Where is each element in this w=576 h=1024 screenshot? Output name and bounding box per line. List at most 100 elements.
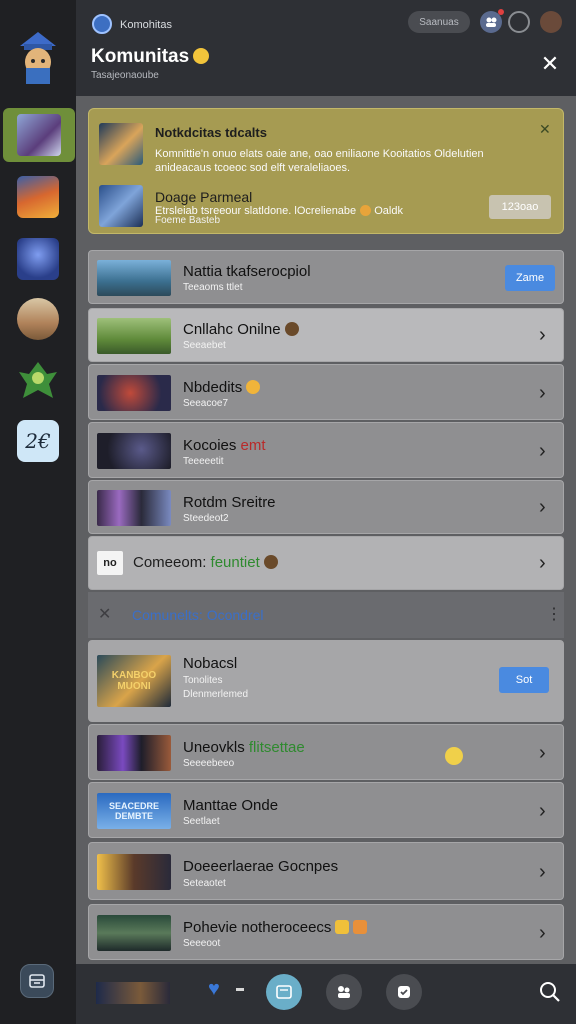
chat-icon[interactable]: [266, 974, 302, 1010]
server-item-6[interactable]: 2€: [17, 420, 59, 462]
page-subtitle: Tasajeonaoube: [91, 70, 159, 81]
emoji-icon: [263, 555, 278, 569]
featured-item-thumb: KANBOO MUONI: [97, 655, 171, 707]
list-item[interactable]: Nattia tkafserocpiol Teeaoms ttlet Zame: [88, 250, 564, 304]
chevron-right-icon: ›: [539, 324, 546, 346]
archive-icon: [29, 974, 45, 988]
status-icon[interactable]: [508, 11, 530, 33]
featured-item-sub: Tonolites: [183, 675, 223, 686]
notification-item-title: Doage Parmeal: [155, 189, 253, 205]
server-item-5[interactable]: [17, 358, 59, 400]
community-icon[interactable]: [326, 974, 362, 1010]
notification-thumb-1: [99, 123, 143, 165]
collapse-icon[interactable]: ✕: [98, 604, 111, 624]
chevron-right-icon: ›: [539, 742, 546, 764]
list-item-sub: Steedeot2: [183, 513, 229, 524]
list-item-thumb: [97, 375, 171, 411]
header: Komohitas Saanuas Komunitas Tasajeonaoub…: [76, 0, 576, 96]
notification-close-icon[interactable]: ✕: [539, 121, 551, 138]
emoji-icon: [353, 920, 368, 934]
list-item-title: Nattia tkafserocpiol: [183, 263, 311, 280]
server-thumb: [17, 114, 61, 156]
list-item-sub: Teeaoms ttlet: [183, 282, 243, 293]
list-item-sub: Seeeoot: [183, 938, 221, 949]
more-options-icon[interactable]: ⋮: [546, 604, 562, 624]
server-rail: 2€: [0, 0, 76, 1024]
featured-item[interactable]: KANBOO MUONI Nobacsl Tonolites Dlenmerle…: [88, 640, 564, 722]
chevron-right-icon: ›: [539, 800, 546, 822]
list-item-action-button[interactable]: Zame: [505, 265, 555, 291]
emoji-icon: [246, 380, 261, 394]
smile-emoji-icon: [445, 747, 463, 765]
user-avatar[interactable]: [14, 28, 62, 84]
list-item-title-accent: flitsettae: [248, 739, 305, 756]
list-item-sub: Seteaotet: [183, 878, 226, 889]
list-item-thumb: [97, 490, 171, 526]
header-pill-button[interactable]: Saanuas: [408, 11, 470, 33]
list-item-sub: Seeeebeeo: [183, 758, 235, 769]
list-item-thumb: [97, 260, 171, 296]
emoji-icon: [335, 920, 350, 934]
notification-dot: [498, 9, 504, 15]
list-item-thumb: no: [97, 551, 123, 575]
list-item-title: Uneovkls flitsettae: [183, 739, 305, 756]
bottom-bar: ♥: [76, 964, 576, 1024]
list-item[interactable]: Rotdm Sreitre Steedeot2 ›: [88, 480, 564, 534]
list-item[interactable]: Pohevie notheroceecs Seeeoot ›: [88, 904, 564, 960]
list-item[interactable]: Cnllahc Onilne Seeaebet ›: [88, 308, 564, 362]
chevron-right-icon: ›: [539, 382, 546, 404]
list-item-title-text: Nbdedits: [183, 379, 243, 396]
list-item-title: Cnllahc Onilne: [183, 321, 299, 338]
list-item-thumb: [97, 735, 171, 771]
app-small-title: Komohitas: [120, 19, 172, 31]
list-item[interactable]: Kocoies emt Teeeeetit ›: [88, 422, 564, 478]
list-item-sub: Teeeeetit: [183, 456, 224, 467]
server-item-active[interactable]: [3, 108, 75, 162]
list-item-title-text: Cnllahc Onilne: [183, 321, 281, 338]
list-item[interactable]: no Comeeom: feuntiet ›: [88, 536, 564, 590]
close-icon[interactable]: ✕: [538, 52, 562, 76]
chevron-right-icon: ›: [539, 552, 546, 574]
list-item-thumb: [97, 854, 171, 890]
notification-pill-button[interactable]: 123oao: [489, 195, 551, 219]
featured-item-title: Nobacsl: [183, 655, 238, 672]
list-item[interactable]: Nbdedits Seeacoe7 ›: [88, 364, 564, 420]
check-icon[interactable]: [386, 974, 422, 1010]
list-item-thumb: SEACEDRE DEMBTE: [97, 793, 171, 829]
emoji-icon: [284, 322, 299, 336]
list-item-title-text: Comeeom:: [133, 554, 207, 571]
list-item[interactable]: SEACEDRE DEMBTE Manttae Onde Seetlaet ›: [88, 782, 564, 838]
notification-item-suffix: Oaldk: [374, 205, 403, 217]
heart-icon[interactable]: ♥: [208, 978, 220, 1001]
featured-item-sub2: Dlenmerlemed: [183, 689, 249, 700]
section-header: ✕ Comunelts: Ocondrel ⋮: [88, 592, 564, 638]
list-item[interactable]: Doeeerlaerae Gocnpes Seteaotet ›: [88, 842, 564, 900]
list-item-title-text: Kocoies: [183, 437, 237, 454]
page-title: Komunitas: [91, 46, 210, 68]
server-item-3[interactable]: [17, 238, 59, 280]
list-item-thumb: [97, 915, 171, 951]
list-item-title: Kocoies emt: [183, 437, 266, 454]
list-item-sub: Seeaebet: [183, 340, 226, 351]
server-item-2[interactable]: [17, 176, 59, 218]
featured-item-button[interactable]: Sot: [499, 667, 549, 693]
smile-emoji-icon: [193, 48, 210, 64]
list-item-title-accent: emt: [240, 437, 266, 454]
list-item-title-accent: feuntiet: [210, 554, 260, 571]
profile-avatar[interactable]: [540, 11, 562, 33]
list-item-title: Pohevie notheroceecs: [183, 919, 368, 936]
rail-home-button[interactable]: [20, 964, 54, 998]
list-item[interactable]: Uneovkls flitsettae Seeeebeeo ›: [88, 724, 564, 780]
chevron-right-icon: ›: [539, 861, 546, 883]
now-playing-thumb[interactable]: [96, 982, 170, 1004]
list-item-title-text: Pohevie notheroceecs: [183, 919, 332, 936]
search-icon[interactable]: [538, 980, 562, 1004]
list-item-title: Manttae Onde: [183, 797, 279, 814]
app-root: 2€ Komohitas Saanuas Komunitas Tasajeona…: [0, 0, 576, 1024]
divider: [236, 988, 244, 991]
list-item-title: Rotdm Sreitre: [183, 494, 276, 511]
notification-item-meta: Foeme Basteb: [155, 215, 221, 226]
list-item-sub: Seeacoe7: [183, 398, 229, 409]
chevron-right-icon: ›: [539, 440, 546, 462]
server-item-4[interactable]: [17, 298, 59, 340]
